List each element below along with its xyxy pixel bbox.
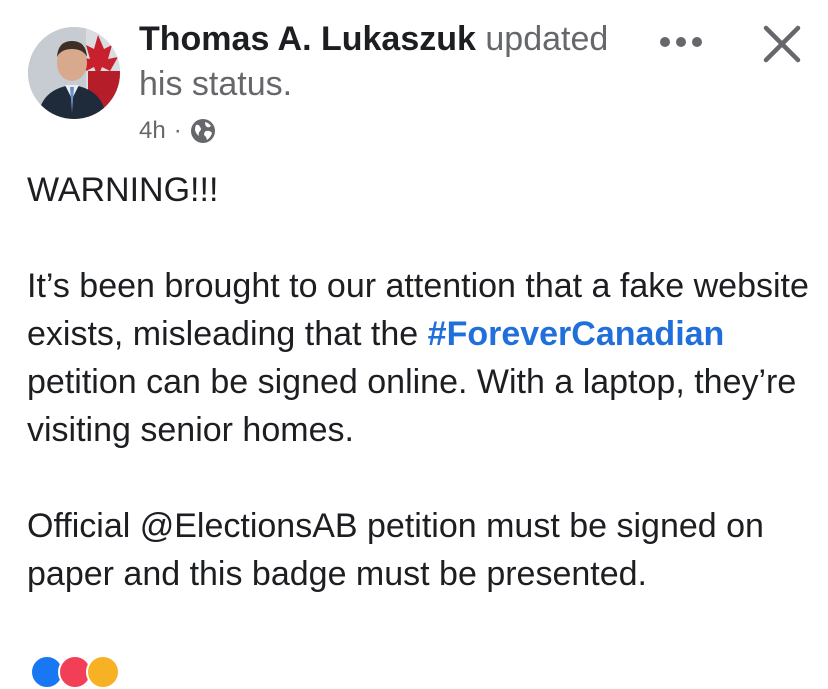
meta-separator: · bbox=[173, 117, 182, 144]
more-options-button[interactable] bbox=[655, 22, 707, 62]
close-icon bbox=[763, 25, 801, 63]
paragraph-2-text-end: petition can be signed online. With a la… bbox=[27, 363, 797, 449]
hashtag-link[interactable]: #ForeverCanadian bbox=[428, 315, 725, 353]
author-name[interactable]: Thomas A. Lukaszuk bbox=[139, 20, 476, 58]
post-paragraph-2: It’s been brought to our attention that … bbox=[27, 262, 817, 454]
more-horizontal-icon bbox=[660, 37, 702, 47]
post-action-continued: his status. bbox=[139, 65, 293, 103]
globe-icon bbox=[190, 118, 216, 144]
post-meta: 4h · bbox=[139, 114, 216, 148]
post-body: WARNING!!! It’s been brought to our atte… bbox=[27, 166, 817, 598]
post-action: updated bbox=[475, 20, 609, 58]
avatar[interactable] bbox=[28, 27, 120, 119]
care-reaction-icon bbox=[86, 655, 120, 689]
close-button[interactable] bbox=[758, 20, 806, 68]
post-timestamp[interactable]: 4h bbox=[139, 117, 166, 145]
avatar-photo bbox=[28, 27, 120, 119]
post-warning: WARNING!!! bbox=[27, 171, 219, 209]
post-header: Thomas A. Lukaszuk updated his status. bbox=[139, 17, 659, 107]
post-paragraph-3: Official @ElectionsAB petition must be s… bbox=[27, 507, 764, 593]
reaction-icons[interactable] bbox=[30, 655, 120, 689]
feed-post: Thomas A. Lukaszuk updated his status. 4… bbox=[0, 0, 828, 689]
